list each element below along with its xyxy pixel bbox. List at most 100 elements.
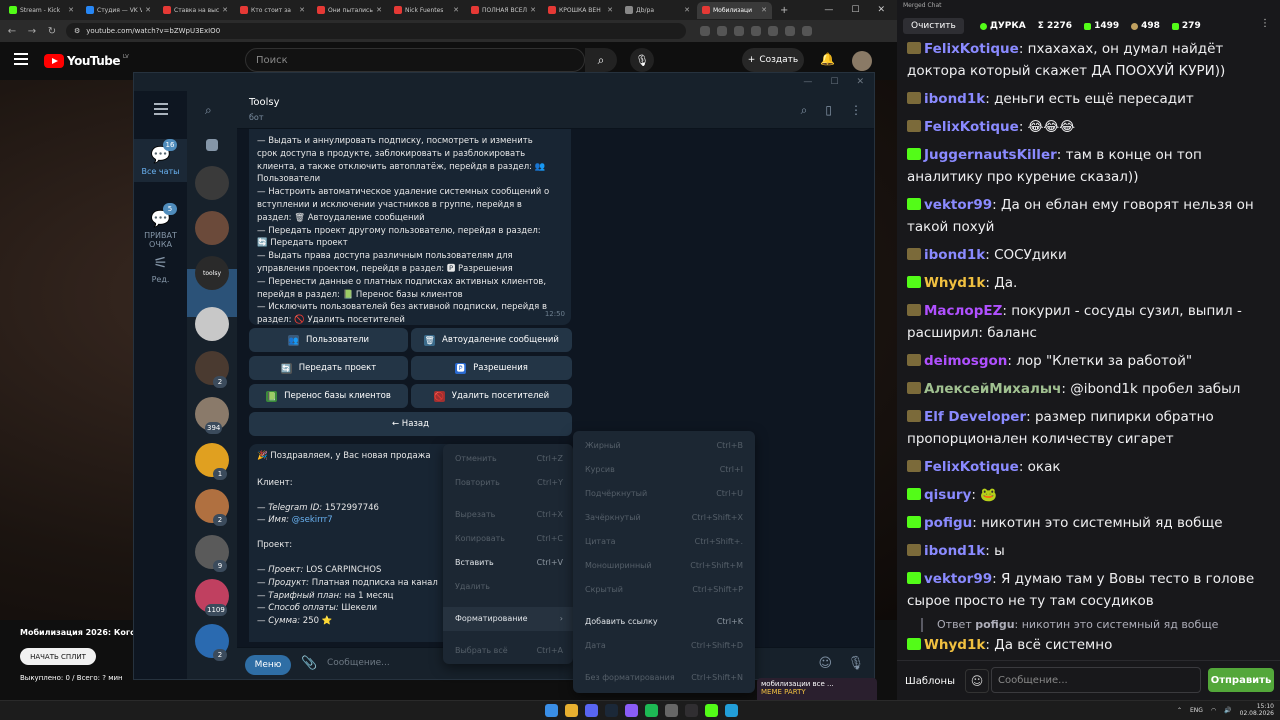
chrome-icon[interactable] (565, 704, 578, 717)
url-field[interactable]: ⚙ youtube.com/watch?v=bZWpU3ExIO0 (66, 23, 686, 39)
close-tab-icon[interactable]: ✕ (607, 6, 613, 14)
close-tab-icon[interactable]: ✕ (222, 6, 228, 14)
chat-username[interactable]: JuggernautsKiller (924, 147, 1057, 163)
chat-username[interactable]: Whyd1k (924, 275, 985, 291)
chat-message[interactable]: pofigu: никотин это системный яд вобще (907, 512, 1270, 534)
chat-avatar[interactable] (195, 307, 229, 341)
reload-icon[interactable]: ↻ (46, 26, 58, 37)
obs-icon[interactable] (685, 704, 698, 717)
chat-message[interactable]: Whyd1k: Да всё системно (907, 634, 1270, 656)
chat-username[interactable]: АлексейМихалыч (924, 381, 1061, 397)
folder-edit[interactable]: ⚟ Ред. (134, 247, 187, 290)
browser-tab[interactable]: Мобилизаци ✕ (697, 1, 772, 19)
keyboard-button[interactable]: 🗑 Автоудаление сообщений (411, 328, 572, 352)
menu-item[interactable]: Добавить ссылку Ctrl+K (585, 617, 743, 631)
clear-button[interactable]: Очистить (903, 18, 964, 34)
menu-item[interactable]: Вставить Ctrl+V (455, 558, 563, 572)
chat-username[interactable]: qisury (924, 487, 971, 503)
app-icon[interactable] (705, 704, 718, 717)
menu-item[interactable]: Зачёркнутый Ctrl+Shift+X (585, 513, 743, 527)
chat-message[interactable]: Whyd1k: Да. (907, 272, 1270, 294)
chat-username[interactable]: Whyd1k (924, 637, 985, 653)
browser-tab[interactable]: ПОЛНАЯ ВСЕЛ ✕ (466, 2, 541, 19)
close-tab-icon[interactable]: ✕ (453, 6, 459, 14)
extension-icon[interactable] (785, 26, 795, 36)
menu-item[interactable]: Скрытый Ctrl+Shift+P (585, 585, 743, 599)
browser-tab[interactable]: Nick Fuentes ✕ (389, 2, 464, 19)
main-menu-icon[interactable] (154, 103, 168, 115)
chat-message[interactable]: qisury: 🐸 (907, 484, 1270, 506)
new-tab-button[interactable]: + (774, 5, 794, 16)
menu-item[interactable]: Удалить (455, 582, 563, 596)
close-tab-icon[interactable]: ✕ (145, 6, 151, 14)
chat-username[interactable]: FelixKotique (924, 41, 1019, 57)
close-tab-icon[interactable]: ✕ (376, 6, 382, 14)
send-button[interactable]: Отправить (1208, 668, 1274, 692)
chevron-up-icon[interactable]: ⌃ (1177, 707, 1182, 714)
chat-username[interactable]: FelixKotique (924, 119, 1019, 135)
menu-item[interactable]: Моноширинный Ctrl+Shift+M (585, 561, 743, 575)
mic-icon[interactable]: 🎙 (847, 656, 864, 671)
site-info-icon[interactable]: ⚙ (74, 27, 80, 35)
search-icon[interactable]: ⌕ (801, 103, 808, 118)
templates-button[interactable]: Шаблоны (903, 669, 957, 693)
search-input[interactable]: Поиск (245, 48, 585, 72)
chat-message[interactable]: JuggernautsKiller: там в конце он топ ан… (907, 144, 1270, 188)
browser-tab[interactable]: КРОШКА ВЕН ✕ (543, 2, 618, 19)
windows-start-icon[interactable] (545, 704, 558, 717)
chat-username[interactable]: pofigu (924, 515, 972, 531)
tray-lang[interactable]: ENG (1190, 707, 1203, 714)
create-button[interactable]: + Создать (742, 48, 804, 72)
app-icon[interactable] (665, 704, 678, 717)
menu-item[interactable]: Подчёркнутый Ctrl+U (585, 489, 743, 503)
message-input[interactable]: Сообщение... (327, 658, 390, 668)
menu-item[interactable]: Жирный Ctrl+B (585, 441, 743, 455)
keyboard-button[interactable]: 🚫 Удалить посетителей (411, 384, 572, 408)
search-button[interactable]: ⌕ (585, 48, 617, 72)
extension-icon[interactable] (768, 26, 778, 36)
forward-icon[interactable]: → (26, 26, 38, 37)
close-tab-icon[interactable]: ✕ (530, 6, 536, 14)
more-vertical-icon[interactable]: ⋮ (1260, 18, 1270, 29)
extension-icon[interactable] (802, 26, 812, 36)
chat-avatar[interactable]: toolsy (195, 256, 229, 290)
menu-item[interactable]: Копировать Ctrl+C (455, 534, 563, 548)
bell-icon[interactable]: 🔔 (820, 52, 835, 66)
keyboard-button[interactable]: 🔄 Передать проект (249, 356, 408, 380)
chat-username[interactable]: ibond1k (924, 247, 985, 263)
chat-username[interactable]: Elf Developer (924, 409, 1026, 425)
menu-item[interactable]: Отменить Ctrl+Z (455, 454, 563, 468)
search-icon[interactable]: ⌕ (205, 103, 212, 118)
sale-message[interactable]: 🎉 Поздравляем, у Вас новая продажа Клиен… (249, 444, 454, 642)
volume-icon[interactable]: 🔊 (1224, 707, 1231, 714)
chat-message[interactable]: deimosgon: лор "Клетки за работой" (907, 350, 1270, 372)
archive-icon[interactable] (206, 139, 218, 151)
browser-tab[interactable]: Stream - Kick ✕ (4, 2, 79, 19)
chat-message[interactable]: FelixKotique: окак (907, 456, 1270, 478)
bot-menu-button[interactable]: Меню (245, 655, 291, 675)
chat-message[interactable]: vektor99: Я думаю там у Вовы тесто в гол… (907, 568, 1270, 612)
browser-tab[interactable]: Дb/pa ✕ (620, 2, 695, 19)
hamburger-icon[interactable] (14, 53, 28, 65)
keyboard-button[interactable]: ← Назад (249, 412, 572, 436)
more-vertical-icon[interactable]: ⋮ (850, 103, 862, 118)
chat-message[interactable]: ibond1k: ы (907, 540, 1270, 562)
close-icon[interactable]: ✕ (877, 5, 885, 15)
telegram-icon[interactable] (725, 704, 738, 717)
folder-all-chats[interactable]: 💬 Все чаты 16 (134, 139, 187, 182)
spotify-icon[interactable] (645, 704, 658, 717)
browser-tab[interactable]: Ставка на выс ✕ (158, 2, 233, 19)
maximize-icon[interactable]: ☐ (851, 5, 859, 15)
extension-icon[interactable] (734, 26, 744, 36)
bot-message[interactable]: — Выдать и аннулировать подписку, посмот… (249, 129, 571, 325)
close-icon[interactable]: ✕ (856, 77, 864, 87)
extension-icon[interactable] (751, 26, 761, 36)
chat-username[interactable]: ibond1k (924, 91, 985, 107)
chat-message[interactable]: vektor99: Да он еблан ему говорят нельзя… (907, 194, 1270, 238)
chat-message[interactable]: Elf Developer: размер пипирки обратно пр… (907, 406, 1270, 450)
conversation-header[interactable]: Toolsy бот ⌕ ▯ ⋮ (237, 91, 874, 129)
close-tab-icon[interactable]: ✕ (68, 6, 74, 14)
menu-item[interactable]: Вырезать Ctrl+X (455, 510, 563, 524)
close-tab-icon[interactable]: ✕ (684, 6, 690, 14)
keyboard-button[interactable]: 📗 Перенос базы клиентов (249, 384, 408, 408)
